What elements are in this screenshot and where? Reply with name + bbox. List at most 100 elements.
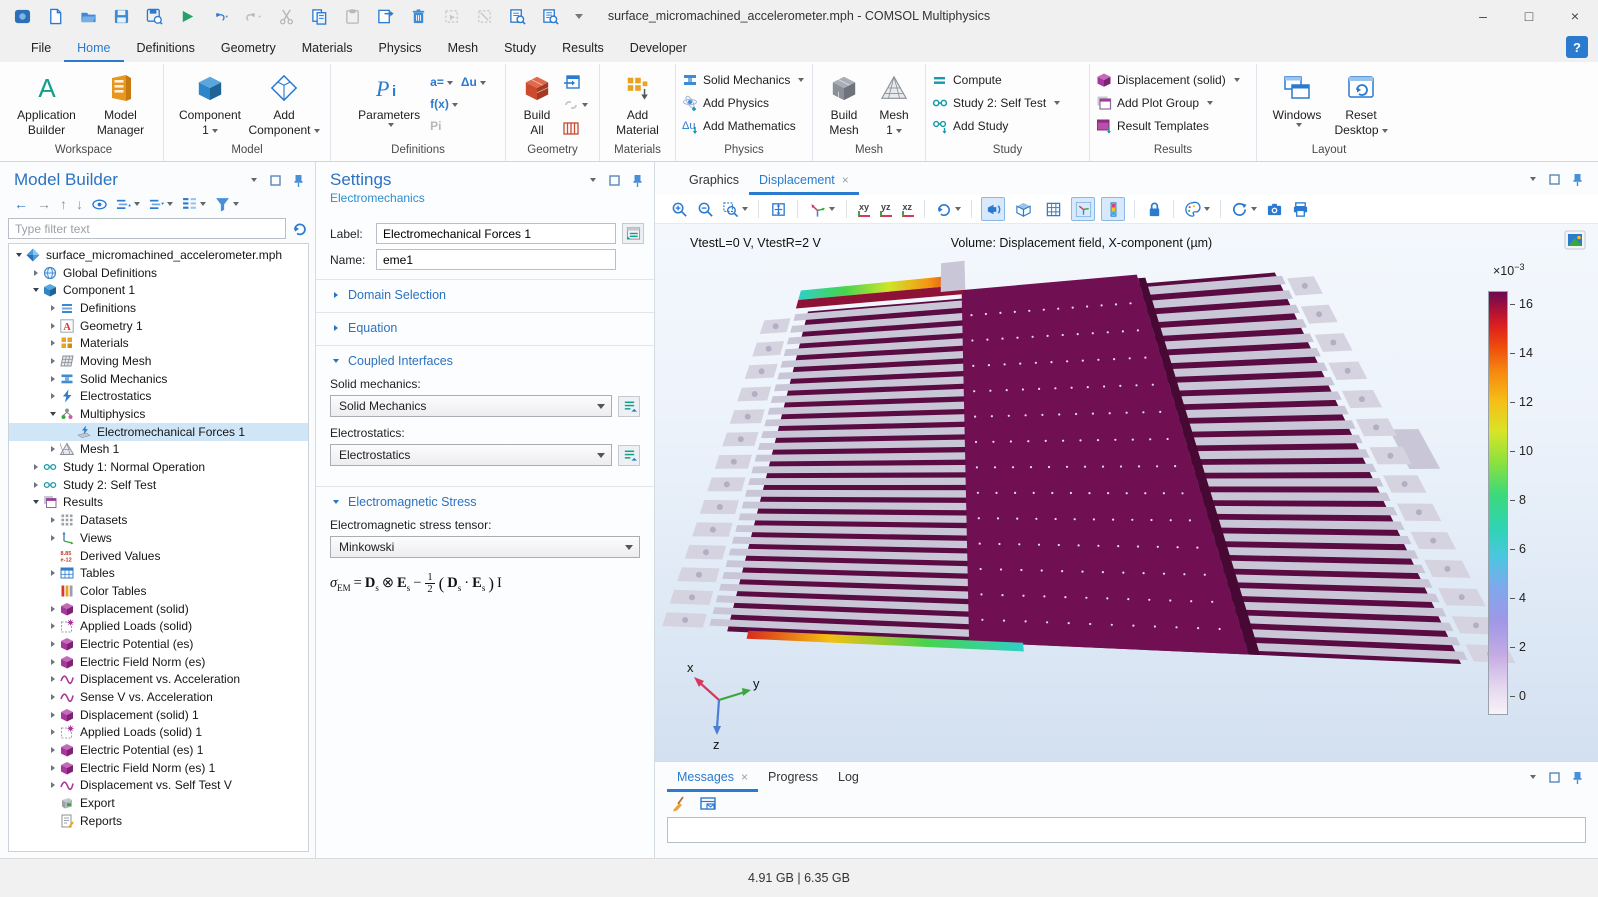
pin-panel-icon[interactable] [1570,770,1584,784]
tree-item[interactable]: Materials [9,334,308,352]
tree-item[interactable]: Solid Mechanics [9,370,308,388]
move-down-icon[interactable]: ↓ [76,196,83,212]
study-2-self-test-button[interactable]: Study 2: Self Test [932,93,1060,113]
close-tab-icon[interactable]: × [842,173,849,187]
expand-icon[interactable] [47,747,58,753]
zoom-extents-icon[interactable] [768,199,788,219]
help-button[interactable]: ? [1566,36,1588,58]
panel-menu-chevron-icon[interactable] [1524,172,1538,186]
find-in-tree-icon[interactable] [540,6,560,26]
tree-item[interactable]: Views [9,529,308,547]
mesh-1-button[interactable]: Mesh 1 [870,68,918,138]
menu-physics[interactable]: Physics [365,36,434,62]
tab-messages[interactable]: Messages× [667,764,758,792]
tree-item[interactable]: Electric Field Norm (es) [9,653,308,671]
save-icon[interactable] [111,6,131,26]
minimize-button[interactable]: – [1460,0,1506,32]
save-as-icon[interactable] [144,6,164,26]
view-grid-toggle[interactable] [1041,197,1065,221]
move-up-icon[interactable]: ↑ [60,196,67,212]
variables-button[interactable]: a= [430,75,453,89]
go-to-source-button[interactable] [618,445,640,466]
filter-funnel-icon[interactable] [215,197,239,212]
maximize-button[interactable]: □ [1506,0,1552,32]
tree-item[interactable]: Study 2: Self Test [9,476,308,494]
xz-view-button[interactable]: xz [900,201,916,218]
print-icon[interactable] [1290,199,1310,219]
show-axes-toggle[interactable] [1071,197,1095,221]
tree-item[interactable]: Electrostatics [9,388,308,406]
forward-icon[interactable]: → [37,196,51,212]
expand-icon[interactable] [47,446,58,452]
tree-item[interactable]: Electromechanical Forces 1 [9,423,308,441]
zoom-out-icon[interactable] [695,199,715,219]
model-tree-node-text-icon[interactable] [182,197,206,212]
menu-study[interactable]: Study [491,36,549,62]
run-icon[interactable] [177,6,197,26]
expand-icon[interactable] [30,464,41,470]
nonlocal-couplings-button[interactable]: Δu [461,75,486,89]
tree-item[interactable]: Displacement (solid) 1 [9,706,308,724]
displacement-solid-button[interactable]: Displacement (solid) [1096,70,1240,90]
float-panel-icon[interactable] [607,173,621,187]
expand-icon[interactable] [47,676,58,682]
graphics-plot-area[interactable]: VtestL=0 V, VtestR=2 V Volume: Displacem… [655,224,1598,761]
expand-icon[interactable] [47,517,58,523]
panel-menu-chevron-icon[interactable] [245,173,259,187]
selection-list-button[interactable] [622,223,644,244]
component-1-button[interactable]: Component 1 [174,68,246,138]
tree-item[interactable]: AGeometry 1 [9,317,308,335]
expand-icon[interactable] [47,765,58,771]
expand-icon[interactable] [47,641,58,647]
rotate-view-icon[interactable] [934,199,962,219]
solid-mechanics-select[interactable]: Solid Mechanics [330,395,612,417]
tree-item[interactable]: Mesh 1 [9,441,308,459]
collapse-icon[interactable] [30,288,41,292]
go-to-source-button[interactable] [618,396,640,417]
build-mesh-button[interactable]: BuildMesh [820,68,868,138]
expand-icon[interactable] [47,393,58,399]
undo-icon[interactable] [210,6,230,26]
tree-item[interactable]: Displacement (solid) [9,600,308,618]
parameters-button[interactable]: Pi Parameters [350,68,428,127]
pin-panel-icon[interactable] [630,173,644,187]
tree-item[interactable]: Study 1: Normal Operation [9,458,308,476]
tree-item[interactable]: Displacement vs. Self Test V [9,777,308,795]
float-panel-icon[interactable] [1547,770,1561,784]
menu-definitions[interactable]: Definitions [124,36,208,62]
tree-item[interactable]: Sense V vs. Acceleration [9,688,308,706]
expand-all-icon[interactable] [116,197,140,212]
reset-desktop-button[interactable]: Reset Desktop [1330,68,1392,138]
windows-button[interactable]: Windows [1266,68,1328,127]
expand-icon[interactable] [47,535,58,541]
first-person-lock-icon[interactable] [1144,199,1164,219]
tree-item[interactable]: Component 1 [9,281,308,299]
label-field-input[interactable] [376,223,616,244]
scene-light-toggle[interactable] [981,197,1005,221]
collapse-all-icon[interactable] [149,197,173,212]
tree-item[interactable]: Color Tables [9,582,308,600]
tree-item[interactable]: Electric Field Norm (es) 1 [9,759,308,777]
expand-icon[interactable] [47,570,58,576]
back-icon[interactable]: ← [14,196,28,212]
delete-icon[interactable] [408,6,428,26]
tree-item[interactable]: Results [9,494,308,512]
default-view-icon[interactable] [807,199,837,219]
new-file-icon[interactable] [45,6,65,26]
tree-item[interactable]: Multiphysics [9,405,308,423]
collapse-icon[interactable] [13,253,24,257]
section-equation[interactable]: Equation [316,312,654,337]
tree-item[interactable]: Displacement vs. Acceleration [9,671,308,689]
show-icon[interactable] [92,197,107,212]
expand-icon[interactable] [47,340,58,346]
build-all-button[interactable]: BuildAll [515,68,559,138]
electrostatics-select[interactable]: Electrostatics [330,444,612,466]
tree-item[interactable]: Electric Potential (es) [9,635,308,653]
messages-output-box[interactable] [667,817,1586,843]
panel-menu-chevron-icon[interactable] [584,173,598,187]
expand-icon[interactable] [47,694,58,700]
solid-mechanics-button[interactable]: Solid Mechanics [682,70,804,90]
panel-menu-chevron-icon[interactable] [1524,770,1538,784]
tree-item[interactable]: Export [9,794,308,812]
tree-item[interactable]: Global Definitions [9,264,308,282]
